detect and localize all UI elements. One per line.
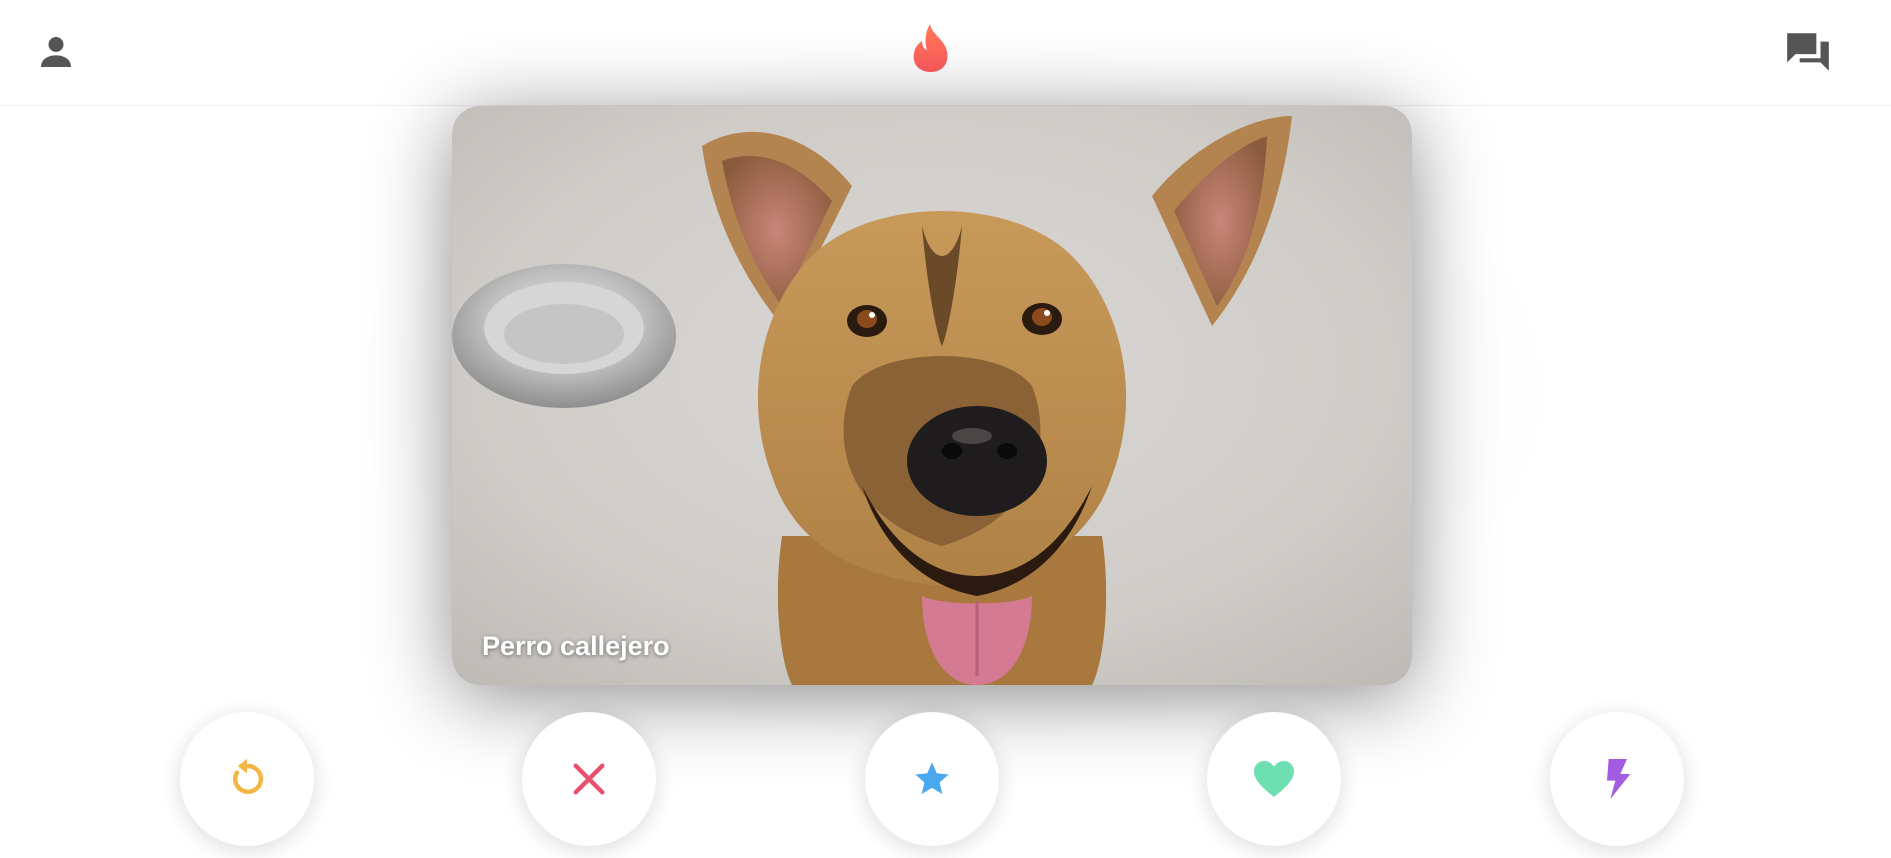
boost-button[interactable] bbox=[1550, 712, 1684, 846]
super-like-button[interactable] bbox=[865, 712, 999, 846]
heart-icon bbox=[1254, 761, 1294, 797]
messages-button[interactable] bbox=[1780, 24, 1836, 80]
bolt-icon bbox=[1607, 759, 1631, 799]
top-bar bbox=[0, 0, 1891, 106]
rewind-icon bbox=[233, 758, 264, 794]
like-button[interactable] bbox=[1207, 712, 1341, 846]
nope-button[interactable] bbox=[522, 712, 656, 846]
profile-name: Perro callejero bbox=[482, 631, 670, 661]
chat-bubbles-icon bbox=[1787, 33, 1829, 71]
profile-card[interactable]: Perro callejero bbox=[452, 106, 1412, 685]
profile-button[interactable] bbox=[30, 28, 82, 76]
flame-icon bbox=[913, 24, 948, 72]
person-icon bbox=[41, 37, 71, 67]
dog-photo bbox=[452, 106, 1412, 685]
rewind-button[interactable] bbox=[180, 712, 314, 846]
star-icon bbox=[915, 762, 949, 794]
close-icon bbox=[573, 763, 605, 795]
app-logo bbox=[906, 20, 956, 76]
